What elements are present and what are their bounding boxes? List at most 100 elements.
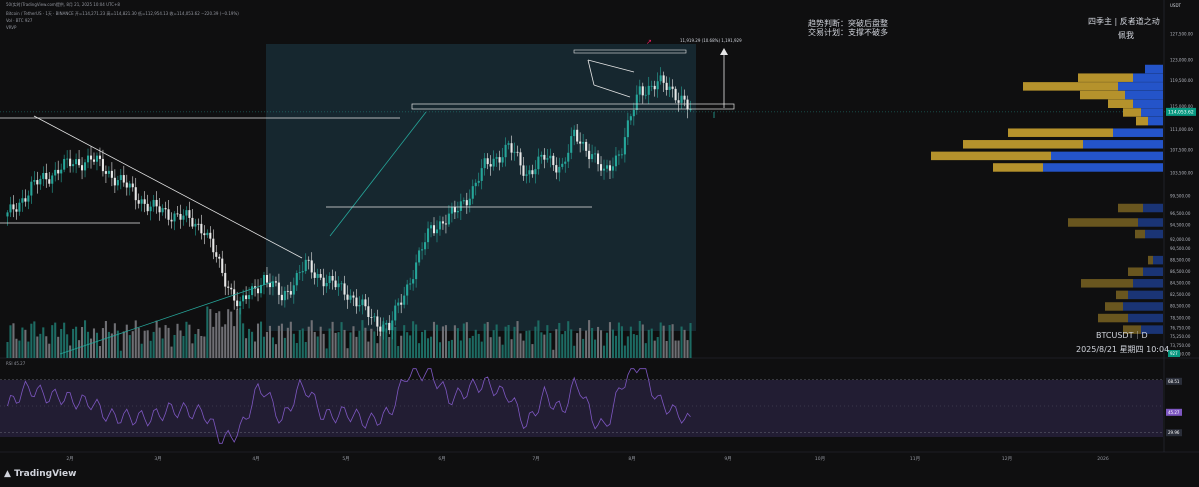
candle-body	[218, 256, 221, 259]
vp-down-bar	[1105, 302, 1123, 311]
volume-bar	[349, 332, 352, 358]
candle-body	[686, 99, 689, 110]
volume-bar	[653, 340, 656, 358]
candle-body	[617, 154, 620, 156]
volume-bar	[519, 333, 522, 358]
candle-body	[89, 155, 93, 160]
candle-body	[486, 158, 489, 165]
candle-body	[474, 182, 477, 187]
price-tick: 92,000.00	[1170, 237, 1191, 242]
candle-body	[510, 143, 513, 153]
candle-body	[477, 180, 480, 183]
volume-bar	[140, 343, 143, 358]
vp-down-bar	[1080, 90, 1125, 100]
volume-bar	[134, 320, 137, 358]
volume-bar	[295, 343, 298, 358]
volume-bar	[239, 307, 242, 358]
volume-bar	[265, 331, 269, 358]
volume-bar	[528, 330, 531, 358]
volume-bar	[304, 342, 307, 358]
candle-body	[453, 206, 456, 213]
candle-body	[429, 225, 433, 229]
volume-bar	[585, 330, 588, 358]
volume-bar	[614, 335, 617, 358]
candle-body	[480, 168, 483, 181]
volume-bar	[27, 341, 30, 358]
volume-bar	[549, 332, 552, 358]
candle-body	[36, 180, 39, 185]
volume-bar	[364, 327, 367, 358]
candle-body	[113, 177, 116, 186]
date-watermark: 2025/8/21 星期四 10:04	[1076, 345, 1170, 354]
volume-bar	[167, 327, 170, 358]
candle-body	[561, 163, 564, 167]
measure-label: 11,919.29 (10.68%) 1,191,929	[680, 38, 742, 43]
chart-canvas[interactable]: 11,919.29 (10.68%) 1,191,929 ↗ 68.51 45.27…	[0, 0, 1199, 487]
candle-body	[146, 203, 149, 212]
candle-body	[242, 295, 245, 302]
candle-body	[650, 85, 653, 87]
volume-bar	[206, 306, 209, 358]
header-title: 50(实时)TradingView.com提供, 8月 21, 2025 10:…	[6, 2, 120, 7]
volume-bar	[15, 338, 18, 358]
volume-bar	[248, 328, 251, 358]
volume-bar	[18, 340, 21, 358]
tradingview-logo[interactable]: ▲ TradingView	[4, 469, 76, 479]
candle-body	[179, 214, 182, 220]
volume-bar	[45, 336, 48, 358]
volume-bar	[251, 331, 254, 358]
volume-bar	[209, 309, 212, 358]
candle-body	[582, 141, 585, 144]
volume-bar	[101, 328, 104, 358]
volume-bar	[465, 322, 468, 358]
candle-body	[597, 153, 600, 165]
volume-bar	[54, 322, 57, 358]
candle-body	[647, 85, 650, 95]
volume-bar	[36, 336, 39, 358]
candle-body	[292, 285, 295, 295]
candle-body	[110, 170, 113, 178]
candle-body	[176, 213, 179, 215]
price-tick: 90,500.00	[1170, 246, 1191, 251]
candle-body	[659, 75, 662, 82]
price-tick: 76,750.00	[1170, 325, 1191, 330]
price-tick: 82,500.00	[1170, 292, 1191, 297]
volume-bar	[516, 321, 519, 358]
author-sub: 佩我	[1118, 31, 1134, 40]
vp-down-bar	[993, 163, 1043, 172]
candle-body	[134, 187, 137, 201]
candle-body	[158, 206, 161, 213]
candle-body	[576, 129, 579, 142]
volume-bar	[280, 323, 283, 358]
time-tick: 4月	[252, 456, 259, 462]
vp-up-bar	[1123, 302, 1163, 311]
candle-body	[337, 283, 340, 288]
volume-bar	[558, 322, 561, 358]
volume-bar	[456, 328, 459, 358]
candle-body	[605, 165, 609, 169]
vp-down-bar	[1008, 128, 1113, 137]
vp-up-bar	[1043, 163, 1163, 172]
ticker-watermark: BTCUSDT｜D	[1096, 331, 1148, 340]
volume-bar	[313, 331, 316, 358]
candle-body	[66, 158, 69, 160]
volume-bar	[227, 309, 230, 358]
volume-bar	[30, 323, 33, 358]
vp-up-bar	[1125, 90, 1163, 100]
candle-body	[513, 151, 516, 153]
volume-bar	[525, 330, 528, 358]
volume-bar	[424, 329, 427, 358]
candle-body	[227, 286, 230, 288]
candle-body	[415, 262, 418, 280]
time-tick: 10月	[815, 456, 825, 462]
candle-body	[322, 277, 325, 287]
volume-bar	[376, 343, 379, 358]
candle-body	[585, 141, 588, 151]
candle-body	[60, 169, 63, 174]
volume-bar	[689, 323, 692, 358]
volume-bar	[182, 335, 185, 358]
volume-bar	[564, 331, 567, 358]
volume-bar	[298, 330, 301, 358]
volume-bar	[343, 329, 346, 358]
candle-body	[54, 169, 57, 176]
